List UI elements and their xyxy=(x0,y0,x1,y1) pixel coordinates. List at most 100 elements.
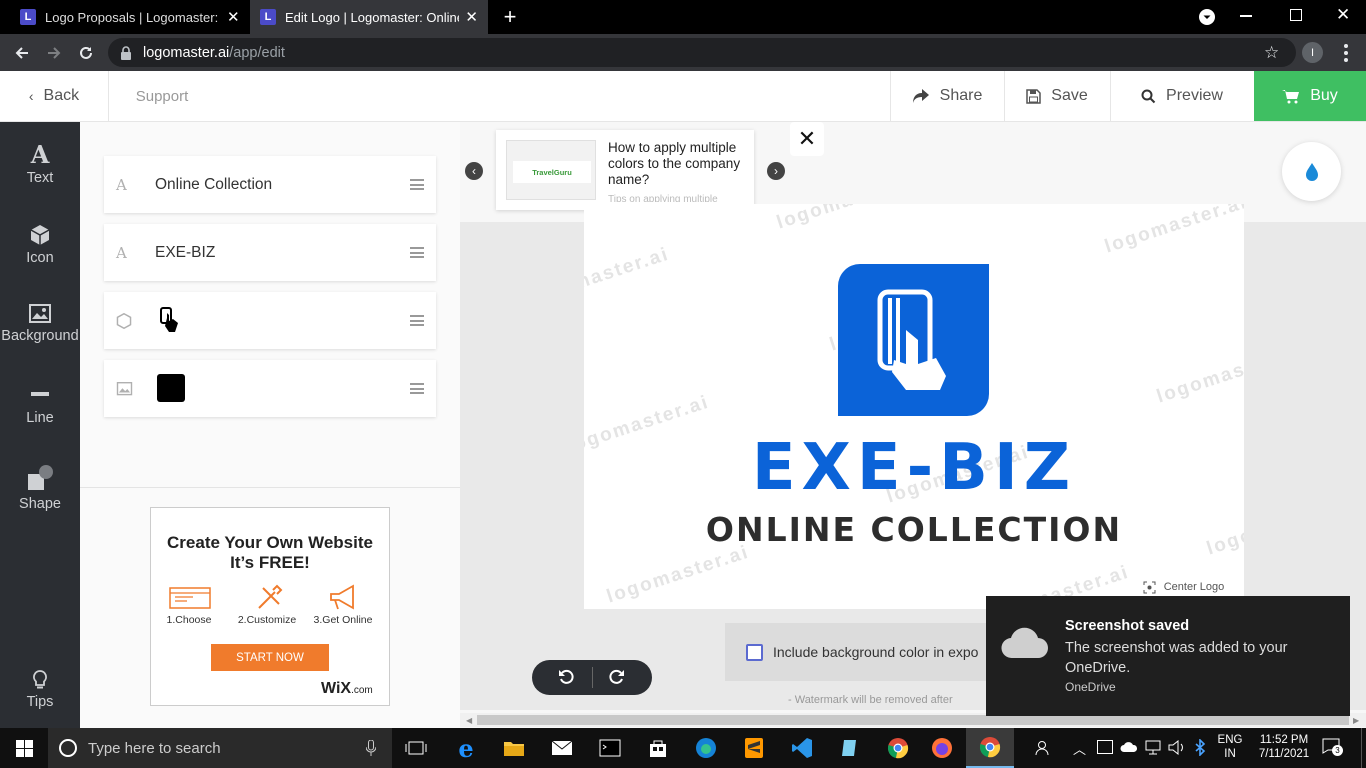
url-path: /app/edit xyxy=(229,44,285,61)
rail-item-text[interactable]: A Text xyxy=(0,143,80,187)
app-header: ‹ Back Support Share Save Preview Buy xyxy=(0,71,1366,122)
logo-company-name[interactable]: EXE-BIZ xyxy=(584,432,1244,504)
back-arrow-icon[interactable] xyxy=(7,34,37,71)
close-tab-icon[interactable]: ✕ xyxy=(227,8,240,26)
share-button[interactable]: Share xyxy=(890,71,1004,121)
reload-icon[interactable] xyxy=(71,34,101,71)
rail-item-line[interactable]: Line xyxy=(0,384,80,426)
drag-handle-icon[interactable] xyxy=(410,383,424,394)
layer-item-exe-biz[interactable]: A EXE-BIZ xyxy=(104,224,436,281)
logo-tagline[interactable]: ONLINE COLLECTION xyxy=(584,510,1244,550)
buy-button[interactable]: Buy xyxy=(1254,71,1366,121)
drag-handle-icon[interactable] xyxy=(410,247,424,258)
rail-item-shape[interactable]: Shape xyxy=(0,464,80,512)
battery-icon[interactable] xyxy=(1097,740,1113,754)
store-icon[interactable] xyxy=(634,728,682,768)
undo-icon[interactable] xyxy=(558,669,575,686)
tip-next-arrow-icon[interactable]: › xyxy=(767,162,785,180)
taskbar-search-box[interactable]: Type here to search xyxy=(48,728,392,768)
chrome-icon[interactable] xyxy=(874,728,922,768)
volume-icon[interactable] xyxy=(1168,740,1186,755)
bookmark-star-icon[interactable]: ☆ xyxy=(1264,43,1279,63)
url-input[interactable]: logomaster.ai/app/edit ☆ xyxy=(108,38,1296,67)
ad-start-now-button[interactable]: START NOW xyxy=(211,644,329,671)
windows-start-icon[interactable] xyxy=(0,728,48,768)
minimize-window-icon[interactable] xyxy=(1240,15,1252,17)
redo-icon[interactable] xyxy=(608,669,625,686)
floppy-disk-icon xyxy=(1026,88,1042,104)
clock[interactable]: 11:52 PM 7/11/2021 xyxy=(1252,733,1316,761)
browser-tab-edit-logo[interactable]: L Edit Logo | Logomaster: Online Lo ✕ xyxy=(250,0,488,34)
vscode-icon[interactable] xyxy=(778,728,826,768)
sublime-text-icon[interactable] xyxy=(730,728,778,768)
tray-onedrive-icon[interactable] xyxy=(1120,741,1138,753)
drag-handle-icon[interactable] xyxy=(410,179,424,190)
bluetooth-icon[interactable] xyxy=(1194,739,1206,756)
task-view-icon[interactable] xyxy=(392,728,440,768)
layer-item-background[interactable] xyxy=(104,360,436,417)
watermark: logomaster.ai xyxy=(584,243,672,310)
background-swatch xyxy=(157,374,185,402)
tray-chevron-up-icon[interactable]: ︿ xyxy=(1073,739,1086,758)
scroll-left-arrow-icon[interactable]: ◀ xyxy=(466,716,472,725)
file-explorer-icon[interactable] xyxy=(490,728,538,768)
toast-body: The screenshot was added to your OneDriv… xyxy=(1065,640,1288,676)
action-center-icon[interactable]: 3 xyxy=(1322,738,1344,758)
profile-avatar[interactable]: I xyxy=(1302,42,1323,63)
edge-chromium-icon[interactable] xyxy=(682,728,730,768)
terminal-icon[interactable] xyxy=(586,728,634,768)
input-language-indicator[interactable]: ENG IN xyxy=(1214,733,1246,761)
people-icon[interactable] xyxy=(1022,728,1066,768)
watermark: logomaster.ai xyxy=(604,541,752,608)
browser-menu-icon[interactable] xyxy=(1344,44,1348,62)
chrome-active-icon[interactable] xyxy=(966,728,1014,768)
scroll-right-arrow-icon[interactable]: ▶ xyxy=(1353,716,1359,725)
scrollbar-thumb[interactable] xyxy=(477,715,1349,725)
lock-icon xyxy=(121,45,131,60)
firefox-icon[interactable] xyxy=(918,728,966,768)
rail-item-tips[interactable]: Tips xyxy=(0,670,80,710)
layer-item-online-collection[interactable]: A Online Collection xyxy=(104,156,436,213)
network-icon[interactable] xyxy=(1144,739,1162,755)
mail-icon[interactable] xyxy=(538,728,586,768)
tab-search-icon[interactable] xyxy=(1199,9,1215,25)
support-link[interactable]: Support xyxy=(108,71,216,121)
notification-count-badge: 3 xyxy=(1332,745,1343,756)
new-tab-plus-icon[interactable]: + xyxy=(498,5,522,29)
cortana-circle-icon xyxy=(59,739,77,757)
forward-arrow-icon[interactable] xyxy=(39,34,69,71)
url-host: logomaster.ai xyxy=(143,44,230,61)
browser-tab-logo-proposals[interactable]: L Logo Proposals | Logomaster: On ✕ xyxy=(10,0,250,34)
rail-item-icon[interactable]: Icon xyxy=(0,224,80,266)
back-button[interactable]: ‹ Back xyxy=(0,71,108,121)
close-tip-icon[interactable]: ✕ xyxy=(790,122,824,156)
back-label: Back xyxy=(43,87,80,104)
layer-item-icon[interactable] xyxy=(104,292,436,349)
save-label: Save xyxy=(1051,87,1088,104)
microphone-icon[interactable] xyxy=(366,740,376,756)
lightbulb-icon xyxy=(33,670,47,689)
logo-artboard[interactable]: logomaster.ai logomaster.ai logomaster.a… xyxy=(584,204,1244,609)
panel-divider xyxy=(80,487,460,488)
edge-legacy-icon[interactable]: e xyxy=(442,728,490,768)
windows-notification-toast[interactable]: Screenshot saved The screenshot was adde… xyxy=(986,596,1350,716)
card-in-hand-logo-icon xyxy=(838,264,989,416)
tip-card[interactable]: TravelGuru How to apply multiple colors … xyxy=(496,130,754,210)
rail-item-background[interactable]: Background xyxy=(0,304,80,344)
wix-ad-banner[interactable]: Create Your Own Website It’s FREE! 1.Cho… xyxy=(150,507,390,706)
ad-subline: It’s FREE! xyxy=(230,553,310,572)
preview-button[interactable]: Preview xyxy=(1110,71,1254,121)
close-window-icon[interactable]: ✕ xyxy=(1336,5,1350,25)
restore-window-icon[interactable] xyxy=(1290,9,1302,21)
show-desktop-button[interactable] xyxy=(1361,728,1362,768)
close-tab-icon[interactable]: ✕ xyxy=(465,8,478,26)
include-background-option: Include background color in expo xyxy=(725,623,1015,681)
drag-handle-icon[interactable] xyxy=(410,315,424,326)
save-button[interactable]: Save xyxy=(1004,71,1110,121)
ad-step-2: 2.Customize xyxy=(237,614,297,626)
include-background-checkbox[interactable] xyxy=(746,644,763,661)
notepad-icon[interactable] xyxy=(826,728,874,768)
color-picker-button[interactable] xyxy=(1282,142,1341,201)
toast-source: OneDrive xyxy=(1065,680,1116,694)
tip-prev-arrow-icon[interactable]: ‹ xyxy=(465,162,483,180)
